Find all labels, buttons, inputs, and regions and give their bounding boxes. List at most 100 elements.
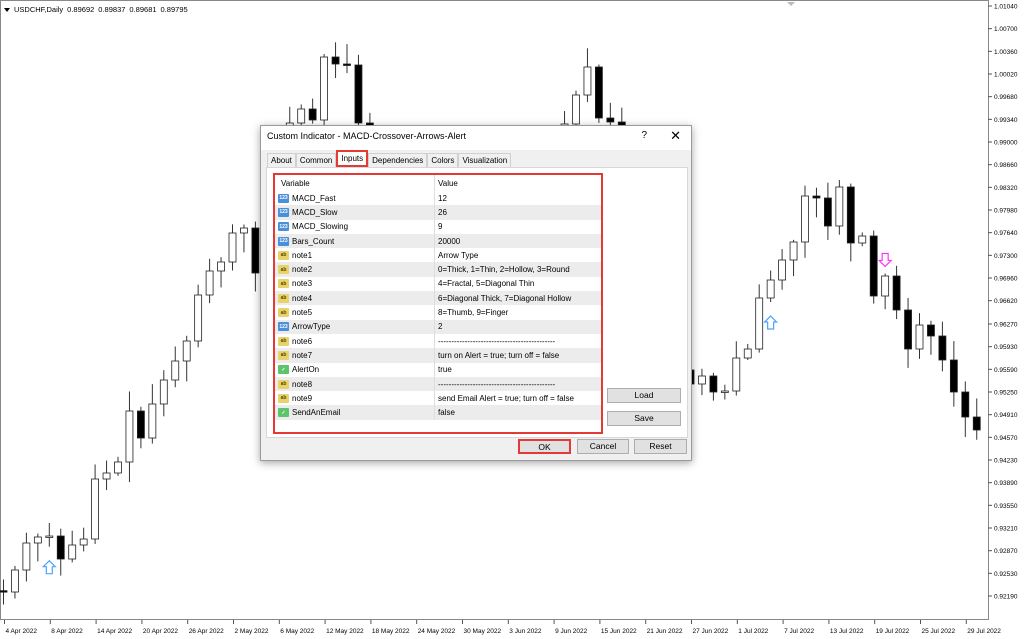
date-tick-label: 4 Apr 2022 (6, 628, 38, 635)
value-cell[interactable]: 6=Diagonal Thick, 7=Diagonal Hollow (435, 294, 571, 303)
string-type-icon: ab (278, 379, 289, 389)
table-row[interactable]: ab note9 send Email Alert = true; turn off… (275, 391, 601, 406)
dialog-title-bar: Custom Indicator - MACD-Crossover-Arrows… (261, 126, 691, 150)
symbol-name: USDCHF,Daily (14, 5, 64, 14)
ok-button[interactable]: OK (518, 439, 571, 454)
bearish-candle (354, 64, 363, 124)
table-row[interactable]: ab note1 Arrow Type (275, 248, 601, 263)
value-cell[interactable]: 0=Thick, 1=Thin, 2=Hollow, 3=Round (435, 265, 570, 274)
table-row[interactable]: 123 ArrowType 2 (275, 319, 601, 334)
integer-type-icon: 123 (278, 236, 289, 246)
column-value[interactable]: Value (435, 179, 458, 188)
date-tick-label: 25 Jul 2022 (922, 628, 956, 635)
bullish-candle (217, 261, 225, 272)
ohlc-open: 0.89692 (67, 5, 95, 14)
table-row[interactable]: 123 MACD_Slow 26 (275, 205, 601, 220)
table-row[interactable]: ab note3 4=Fractal, 5=Diagonal Thin (275, 276, 601, 292)
bearish-candle (927, 324, 935, 337)
value-cell[interactable]: 9 (435, 222, 442, 231)
bearish-candle (824, 197, 832, 227)
price-tick-label: 0.99340 (994, 117, 1018, 124)
value-cell[interactable]: 26 (435, 208, 447, 217)
bullish-candle (79, 538, 88, 546)
date-tick-label: 27 Jun 2022 (693, 628, 729, 635)
tab-colors[interactable]: Colors (427, 153, 459, 167)
dialog-title: Custom Indicator - MACD-Crossover-Arrows… (267, 131, 467, 141)
date-tick-label: 19 Jul 2022 (876, 628, 910, 635)
bearish-candle (56, 535, 65, 560)
tab-dependencies[interactable]: Dependencies (368, 153, 428, 167)
variable-name: note6 (292, 336, 313, 346)
price-tick-label: 0.95590 (994, 367, 1018, 374)
string-type-icon: ab (278, 336, 289, 346)
tab-common[interactable]: Common (295, 153, 337, 167)
integer-type-icon: 123 (278, 222, 289, 232)
variable-name: note2 (292, 265, 313, 275)
tab-visualization[interactable]: Visualization (458, 153, 512, 167)
price-tick-label: 0.93550 (994, 503, 1018, 510)
bearish-candle (869, 235, 878, 297)
variable-cell: ab note4 (275, 291, 435, 306)
bullish-candle (11, 569, 19, 593)
table-row[interactable]: ✓ SendAnEmail false (275, 405, 601, 420)
variable-cell: ab note7 (275, 348, 435, 363)
table-row[interactable]: 123 Bars_Count 20000 (275, 233, 601, 249)
string-type-icon: ab (278, 279, 289, 289)
variable-cell: ab note2 (275, 262, 435, 277)
variable-cell: ✓ AlertOn (275, 362, 435, 377)
reset-button[interactable]: Reset (634, 439, 687, 454)
chart-symbol-label: USDCHF,Daily 0.89692 0.89837 0.89681 0.8… (4, 5, 188, 14)
inputs-table: Variable Value 123 MACD_Fast 12 123 MACD_Slo… (273, 173, 603, 434)
table-row[interactable]: 123 MACD_Slowing 9 (275, 219, 601, 234)
dropdown-triangle-icon[interactable] (4, 7, 10, 12)
price-tick-label: 0.94910 (994, 412, 1018, 419)
cancel-button[interactable]: Cancel (577, 439, 629, 454)
table-row[interactable]: 123 MACD_Fast 12 (275, 191, 601, 206)
value-cell[interactable]: ----------------------------------------… (435, 337, 555, 346)
value-cell[interactable]: 12 (435, 194, 447, 203)
value-cell[interactable]: turn on Alert = true; turn off = false (435, 351, 559, 360)
bearish-candle (595, 66, 603, 119)
bearish-candle (812, 195, 821, 199)
tab-about[interactable]: About (267, 153, 296, 167)
value-cell[interactable]: ----------------------------------------… (435, 380, 555, 389)
variable-name: AlertOn (292, 365, 320, 375)
price-tick-label: 0.96270 (994, 322, 1018, 329)
table-row[interactable]: ab note2 0=Thick, 1=Thin, 2=Hollow, 3=Roun… (275, 262, 601, 277)
bullish-candle (915, 324, 924, 350)
date-tick-label: 3 Jun 2022 (509, 628, 542, 635)
price-tick-label: 1.00360 (994, 49, 1018, 56)
price-tick-label: 0.93890 (994, 480, 1018, 487)
table-row[interactable]: ab note5 8=Thumb, 9=Finger (275, 305, 601, 320)
bearish-candle (251, 227, 260, 274)
value-cell[interactable]: Arrow Type (435, 251, 478, 260)
variable-name: note7 (292, 350, 313, 360)
value-cell[interactable]: send Email Alert = true; turn off = fals… (435, 394, 574, 403)
date-tick-label: 20 Apr 2022 (143, 628, 178, 635)
table-row[interactable]: ab note4 6=Diagonal Thick, 7=Diagonal Holl… (275, 291, 601, 306)
tab-inputs[interactable]: Inputs (336, 150, 369, 167)
table-row[interactable]: ab note8 ---------------------------------… (275, 376, 601, 392)
save-button[interactable]: Save (607, 411, 681, 426)
date-tick-label: 7 Jul 2022 (784, 628, 814, 635)
variable-name: note1 (292, 250, 313, 260)
table-row[interactable]: ab note7 turn on Alert = true; turn off = … (275, 348, 601, 363)
bullish-candle (91, 478, 99, 540)
date-tick-label: 12 May 2022 (326, 628, 364, 635)
value-cell[interactable]: 2 (435, 322, 442, 331)
table-row[interactable]: ✓ AlertOn true (275, 362, 601, 377)
value-cell[interactable]: 4=Fractal, 5=Diagonal Thin (435, 279, 534, 288)
variable-cell: ✓ SendAnEmail (275, 405, 435, 420)
load-button[interactable]: Load (607, 388, 681, 403)
variable-cell: ab note3 (275, 276, 435, 292)
bearish-candle (892, 275, 901, 311)
value-cell[interactable]: 8=Thumb, 9=Finger (435, 308, 508, 317)
close-icon[interactable]: ✕ (670, 128, 681, 144)
column-variable[interactable]: Variable (275, 175, 435, 191)
value-cell[interactable]: 20000 (435, 237, 460, 246)
help-icon[interactable]: ? (641, 130, 647, 141)
value-cell[interactable]: true (435, 365, 452, 374)
table-row[interactable]: ab note6 ---------------------------------… (275, 333, 601, 349)
boolean-type-icon: ✓ (278, 408, 289, 418)
value-cell[interactable]: false (435, 408, 455, 417)
